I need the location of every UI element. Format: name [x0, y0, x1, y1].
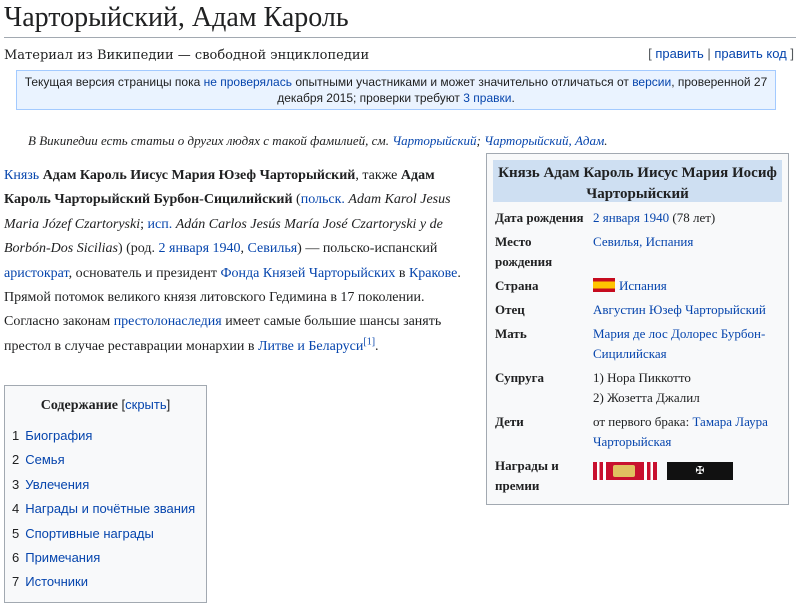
infobox-link-country[interactable]: Испания: [619, 278, 667, 293]
toc-number: 6: [12, 549, 20, 565]
order-ribbon-red-icon[interactable]: [593, 462, 657, 480]
infobox-row-birth: Дата рождения 2 января 1940 (78 лет): [495, 208, 785, 228]
infobox-value: 1) Нора Пиккотто 2) Жозетта Джалил: [593, 368, 785, 408]
edit-links: [ править | править код ]: [648, 46, 794, 61]
link-prince[interactable]: Князь: [4, 168, 39, 183]
toc-title: Содержание: [40, 398, 119, 413]
hatnote-text: .: [604, 133, 608, 148]
hatnote-text: В Википедии есть статьи о других людях с…: [28, 133, 393, 148]
link-seville[interactable]: Севилья: [248, 241, 298, 256]
infobox-value: от первого брака: Тамара Лаура Чарторыйс…: [593, 412, 785, 452]
infobox-row-spouse: Супруга 1) Нора Пиккотто 2) Жозетта Джали…: [495, 368, 785, 408]
notice-text: Текущая версия страницы пока: [24, 75, 204, 89]
notice-text: .: [511, 91, 515, 105]
edit-link[interactable]: править: [655, 46, 703, 61]
infobox-value: Испания: [593, 276, 785, 296]
order-ribbon-black-icon[interactable]: ✠: [667, 462, 733, 480]
notice-text: опытными участниками и может значительно…: [291, 75, 633, 89]
lead-paragraph: Князь Адам Кароль Иисус Мария Юзеф Чарто…: [4, 168, 461, 354]
ref-1[interactable]: [1]: [363, 336, 375, 347]
toc-number: 1: [12, 428, 20, 443]
toc-item[interactable]: 6 Примечания: [12, 546, 206, 570]
link-succession[interactable]: престолонаследия: [114, 314, 222, 329]
toc-link[interactable]: Награды и почётные звания: [25, 501, 195, 516]
infobox-row-father: Отец Августин Юзеф Чарторыйский: [495, 300, 785, 320]
notice-link-version[interactable]: версии: [632, 75, 671, 89]
infobox-value: Августин Юзеф Чарторыйский: [593, 300, 785, 320]
link-aristocrat[interactable]: аристократ: [4, 266, 69, 281]
infobox-label: Дата рождения: [495, 210, 584, 225]
infobox-label: Супруга: [495, 370, 545, 385]
toc-hide-link[interactable]: скрыть: [125, 397, 167, 412]
infobox-value: Севилья, Испания: [593, 232, 785, 252]
infobox-link-birth-date[interactable]: 2 января 1940: [593, 210, 669, 225]
infobox-value: Мария де лос Долорес Бурбон-Сицилийская: [593, 324, 785, 364]
unreviewed-notice: Текущая версия страницы пока не проверял…: [16, 70, 776, 110]
toc-item[interactable]: 3 Увлечения: [12, 473, 206, 497]
toc-number: 2: [12, 452, 20, 468]
link-lithuania-belarus[interactable]: Литве и Беларуси: [258, 339, 363, 354]
table-of-contents: Содержание [скрыть] 1 Биография 2 Семья 3У…: [4, 385, 207, 603]
infobox-link-mother[interactable]: Мария де лос Долорес Бурбон-Сицилийская: [593, 326, 765, 361]
hatnote: В Википедии есть статьи о других людях с…: [28, 133, 608, 149]
toc-heading: Содержание [скрыть]: [40, 397, 171, 413]
toc-item[interactable]: 1 Биография: [12, 424, 206, 448]
infobox-link-father[interactable]: Августин Юзеф Чарторыйский: [593, 302, 766, 317]
notice-link-unreviewed[interactable]: не проверялась: [204, 75, 292, 89]
site-tagline: Материал из Википедии — свободной энцикл…: [4, 48, 370, 63]
infobox-label: Отец: [495, 302, 525, 317]
toc-list: 1 Биография 2 Семья 3 Увлечения 4 Награды и …: [5, 424, 206, 595]
toc-link[interactable]: Спортивные награды: [25, 526, 154, 541]
spouse-1: 1) Нора Пиккотто: [593, 370, 691, 385]
infobox-label: Мать: [495, 326, 527, 341]
toc-link[interactable]: Увлечения: [25, 477, 89, 492]
link-krakow[interactable]: Кракове: [409, 266, 457, 281]
infobox-value: 2 января 1940 (78 лет): [593, 208, 785, 228]
spouse-2: 2) Жозетта Джалил: [593, 390, 700, 405]
infobox-link-birthplace[interactable]: Севилья, Испания: [593, 234, 693, 249]
toc-link[interactable]: Источники: [25, 574, 88, 589]
toc-link[interactable]: Примечания: [25, 550, 100, 565]
toc-item[interactable]: 2 Семья: [12, 448, 206, 472]
hatnote-text: ;: [476, 133, 485, 148]
toc-number: 4: [12, 501, 20, 517]
toc-number: 5: [12, 525, 20, 541]
toc-link[interactable]: Биография: [25, 428, 92, 443]
infobox-label: Страна: [495, 278, 539, 293]
birth-age: (78 лет): [669, 210, 716, 225]
infobox-label: Место рождения: [495, 234, 553, 269]
infobox-title: Князь Адам Кароль Иисус Мария Иосиф Чарт…: [493, 160, 782, 202]
link-spanish-lang[interactable]: исп.: [148, 217, 173, 232]
infobox-row-birthplace: Место рождения Севилья, Испания: [495, 232, 785, 272]
children-prefix: от первого брака:: [593, 414, 693, 429]
notice-link-edits[interactable]: 3 правки: [463, 91, 511, 105]
link-foundation[interactable]: Фонда Князей Чарторыйских: [220, 266, 395, 281]
infobox-row-country: Страна Испания: [495, 276, 785, 296]
toc-item[interactable]: 4 Награды и почётные звания: [12, 497, 206, 521]
infobox-row-awards: Награды и премии ✠: [495, 456, 785, 496]
infobox: Князь Адам Кароль Иисус Мария Иосиф Чарт…: [486, 153, 789, 505]
spain-flag-icon: [593, 278, 615, 292]
hatnote-link-czartoryski[interactable]: Чарторыйский: [392, 133, 476, 148]
toc-number: 3: [12, 476, 20, 492]
toc-number: 7: [12, 574, 20, 590]
subject-name: Адам Кароль Иисус Мария Юзеф Чарторыйски…: [42, 168, 356, 183]
infobox-label: Награды и премии: [495, 458, 559, 493]
toc-link[interactable]: Семья: [25, 452, 64, 467]
edit-code-link[interactable]: править код: [714, 46, 786, 61]
infobox-row-children: Дети от первого брака: Тамара Лаура Чарт…: [495, 412, 785, 452]
toc-item[interactable]: 7 Источники: [12, 570, 206, 594]
hatnote-link-adam[interactable]: Чарторыйский, Адам: [484, 133, 604, 148]
page-title: Чарторыйский, Адам Кароль: [4, 0, 796, 38]
infobox-row-mother: Мать Мария де лос Долорес Бурбон-Сицилий…: [495, 324, 785, 364]
link-birth-date[interactable]: 2 января 1940: [159, 241, 241, 256]
infobox-label: Дети: [495, 414, 524, 429]
link-polish-lang[interactable]: польск.: [301, 192, 345, 207]
toc-item[interactable]: 5 Спортивные награды: [12, 522, 206, 546]
